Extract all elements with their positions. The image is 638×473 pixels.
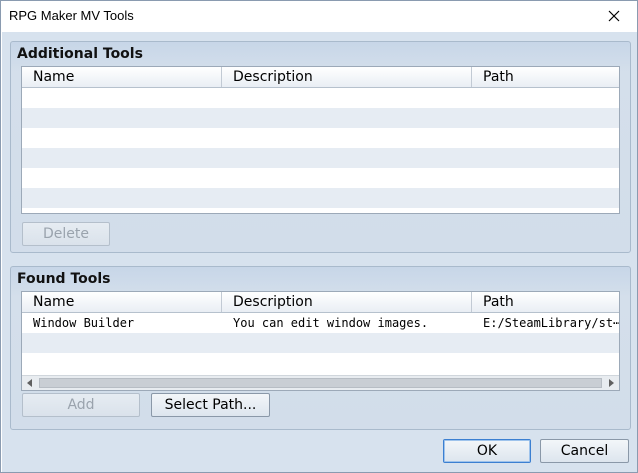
found-tools-group: Found Tools Name Description Path Window… (10, 266, 631, 430)
table-header: Name Description Path (22, 292, 619, 313)
table-row (22, 88, 619, 108)
column-header-name[interactable]: Name (22, 67, 222, 87)
table-row[interactable]: Window Builder You can edit window image… (22, 313, 619, 333)
additional-tools-group: Additional Tools Name Description Path D… (10, 41, 631, 253)
dialog-body: Additional Tools Name Description Path D… (2, 32, 637, 472)
close-button[interactable] (591, 1, 637, 31)
horizontal-scrollbar[interactable] (22, 375, 619, 390)
table-row (22, 333, 619, 353)
add-button[interactable]: Add (22, 393, 140, 417)
select-path-button[interactable]: Select Path... (151, 393, 270, 417)
table-row (22, 128, 619, 148)
ok-button[interactable]: OK (443, 439, 531, 463)
column-header-path[interactable]: Path (472, 292, 619, 312)
window-title: RPG Maker MV Tools (9, 8, 134, 23)
close-icon (608, 10, 620, 22)
column-header-name[interactable]: Name (22, 292, 222, 312)
table-row (22, 353, 619, 373)
scroll-left-button[interactable] (23, 376, 37, 390)
additional-tools-title: Additional Tools (17, 46, 143, 62)
delete-button[interactable]: Delete (22, 222, 110, 246)
table-row (22, 168, 619, 188)
found-tools-title: Found Tools (17, 271, 111, 287)
table-row (22, 148, 619, 168)
additional-tools-table[interactable]: Name Description Path (21, 66, 620, 214)
dialog-window: RPG Maker MV Tools Additional Tools Name… (0, 0, 638, 473)
column-header-path[interactable]: Path (472, 67, 619, 87)
cell-description: You can edit window images. (233, 316, 429, 330)
found-tools-table[interactable]: Name Description Path Window Builder You… (21, 291, 620, 391)
cell-name: Window Builder (33, 316, 135, 330)
arrow-right-icon (609, 379, 614, 387)
scrollbar-thumb[interactable] (39, 378, 602, 388)
cell-path: E:/SteamLibrary/st⋯ (483, 316, 619, 330)
column-header-description[interactable]: Description (222, 292, 472, 312)
table-row (22, 108, 619, 128)
title-bar[interactable]: RPG Maker MV Tools (1, 1, 637, 31)
column-header-description[interactable]: Description (222, 67, 472, 87)
arrow-left-icon (27, 379, 32, 387)
table-row (22, 188, 619, 208)
scroll-right-button[interactable] (604, 376, 618, 390)
table-header: Name Description Path (22, 67, 619, 88)
cancel-button[interactable]: Cancel (540, 439, 629, 463)
